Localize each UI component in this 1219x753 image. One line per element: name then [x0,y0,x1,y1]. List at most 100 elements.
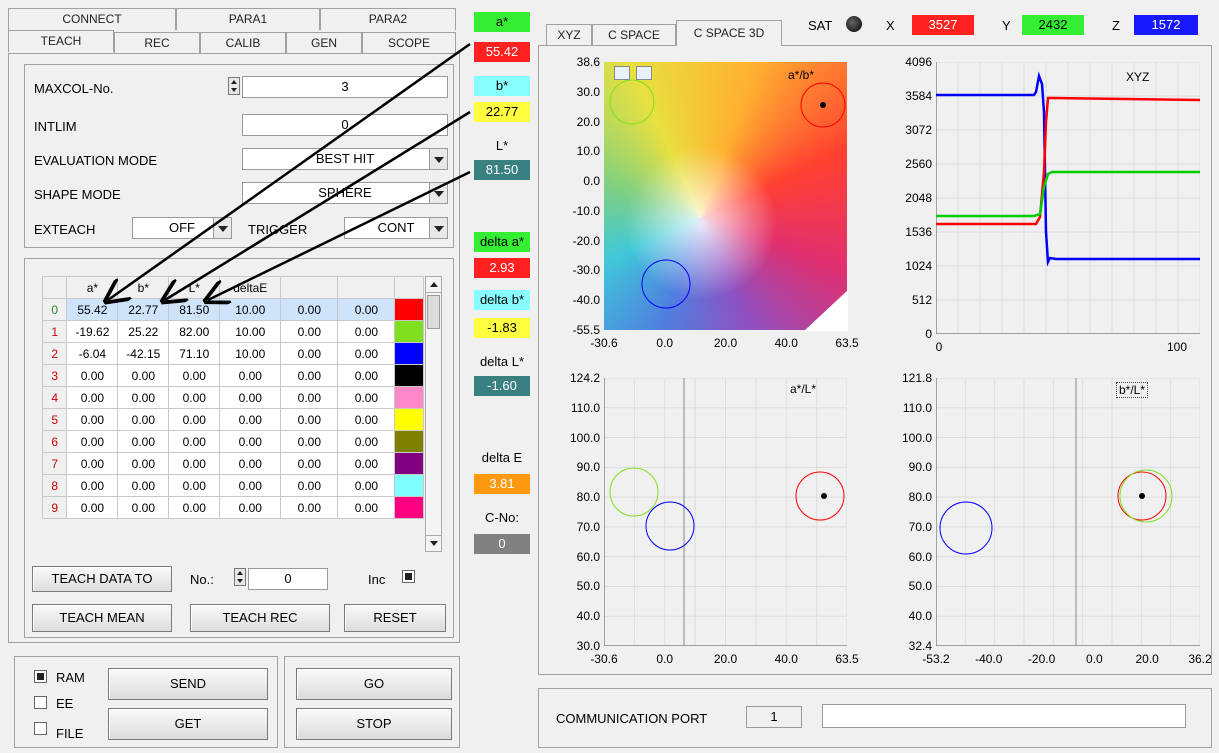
row-number[interactable]: 1 [41,320,68,343]
teach-rec-button[interactable]: TEACH REC [190,604,330,632]
tab-c-space-3d[interactable]: C SPACE 3D [676,20,782,46]
tab-gen[interactable]: GEN [286,32,362,54]
cell-c6[interactable]: 0.00 [337,430,396,453]
cell-b[interactable]: 0.00 [117,474,170,497]
tab-para2[interactable]: PARA2 [320,8,456,30]
cell-l[interactable]: 0.00 [168,408,221,431]
row-number[interactable]: 3 [41,364,68,387]
tab-calib[interactable]: CALIB [200,32,286,54]
tab-xyz[interactable]: XYZ [546,24,592,46]
row-number[interactable]: 5 [41,408,68,431]
chevron-down-icon[interactable] [429,183,447,203]
cell-de[interactable]: 10.00 [219,298,282,321]
send-button[interactable]: SEND [108,668,268,700]
row-number[interactable]: 6 [41,430,68,453]
cell-a[interactable]: 55.42 [66,298,119,321]
cell-c5[interactable]: 0.00 [280,430,339,453]
color-swatch[interactable] [394,298,424,321]
tab-c-space[interactable]: C SPACE [592,24,676,46]
cell-c6[interactable]: 0.00 [337,474,396,497]
scroll-thumb[interactable] [427,295,440,329]
trigger-select[interactable]: CONT [344,217,448,239]
tab-rec[interactable]: REC [114,32,200,54]
no-spinner[interactable] [234,568,246,586]
intlim-input[interactable]: 0 [242,114,448,136]
table-row[interactable]: 7 0.00 0.00 0.00 0.00 0.00 0.00 [41,452,424,475]
cell-l[interactable]: 0.00 [168,496,221,519]
cell-c5[interactable]: 0.00 [280,320,339,343]
cell-c6[interactable]: 0.00 [337,364,396,387]
color-swatch[interactable] [394,364,424,387]
exteach-select[interactable]: OFF [132,217,232,239]
cell-c6[interactable]: 0.00 [337,342,396,365]
color-swatch[interactable] [394,320,424,343]
reset-button[interactable]: RESET [344,604,446,632]
cell-b[interactable]: -42.15 [117,342,170,365]
cell-a[interactable]: 0.00 [66,430,119,453]
cell-c6[interactable]: 0.00 [337,408,396,431]
cell-a[interactable]: 0.00 [66,474,119,497]
cell-c5[interactable]: 0.00 [280,452,339,475]
cell-a[interactable]: 0.00 [66,386,119,409]
stop-button[interactable]: STOP [296,708,452,740]
row-number[interactable]: 4 [41,386,68,409]
cell-a[interactable]: -19.62 [66,320,119,343]
color-swatch[interactable] [394,342,424,365]
cell-b[interactable]: 22.77 [117,298,170,321]
cell-l[interactable]: 0.00 [168,386,221,409]
shape-mode-select[interactable]: SPHERE [242,182,448,204]
get-button[interactable]: GET [108,708,268,740]
no-input[interactable]: 0 [248,568,328,590]
table-row[interactable]: 8 0.00 0.00 0.00 0.00 0.00 0.00 [41,474,424,497]
maxcol-input[interactable]: 3 [242,76,448,98]
maxcol-spinner[interactable] [228,77,240,95]
cell-de[interactable]: 0.00 [219,408,282,431]
cell-c5[interactable]: 0.00 [280,364,339,387]
teach-data-to-button[interactable]: TEACH DATA TO [32,566,172,592]
cell-de[interactable]: 0.00 [219,452,282,475]
cell-a[interactable]: 0.00 [66,496,119,519]
color-swatch[interactable] [394,408,424,431]
cell-c6[interactable]: 0.00 [337,496,396,519]
cell-de[interactable]: 0.00 [219,364,282,387]
cell-l[interactable]: 0.00 [168,474,221,497]
cell-b[interactable]: 0.00 [117,408,170,431]
cell-a[interactable]: 0.00 [66,452,119,475]
tab-scope[interactable]: SCOPE [362,32,456,54]
cell-b[interactable]: 0.00 [117,364,170,387]
tab-teach[interactable]: TEACH [8,30,114,52]
cell-c6[interactable]: 0.00 [337,452,396,475]
file-checkbox[interactable] [34,722,47,735]
table-row[interactable]: 3 0.00 0.00 0.00 0.00 0.00 0.00 [41,364,424,387]
cell-c6[interactable]: 0.00 [337,320,396,343]
cell-l[interactable]: 0.00 [168,430,221,453]
cell-c5[interactable]: 0.00 [280,298,339,321]
inc-checkbox[interactable] [402,570,415,583]
cell-c6[interactable]: 0.00 [337,386,396,409]
table-row[interactable]: 6 0.00 0.00 0.00 0.00 0.00 0.00 [41,430,424,453]
cell-b[interactable]: 0.00 [117,386,170,409]
cell-b[interactable]: 0.00 [117,496,170,519]
tab-connect[interactable]: CONNECT [8,8,176,30]
chevron-down-icon[interactable] [429,149,447,169]
cell-l[interactable]: 0.00 [168,364,221,387]
cell-de[interactable]: 0.00 [219,386,282,409]
cell-l[interactable]: 81.50 [168,298,221,321]
cell-l[interactable]: 0.00 [168,452,221,475]
teach-mean-button[interactable]: TEACH MEAN [32,604,172,632]
cell-b[interactable]: 25.22 [117,320,170,343]
row-number[interactable]: 8 [41,474,68,497]
table-row[interactable]: 1 -19.62 25.22 82.00 10.00 0.00 0.00 [41,320,424,343]
color-swatch[interactable] [394,430,424,453]
cell-de[interactable]: 10.00 [219,342,282,365]
cell-c6[interactable]: 0.00 [337,298,396,321]
cell-l[interactable]: 82.00 [168,320,221,343]
table-row[interactable]: 9 0.00 0.00 0.00 0.00 0.00 0.00 [41,496,424,519]
row-number[interactable]: 7 [41,452,68,475]
evaluation-mode-select[interactable]: BEST HIT [242,148,448,170]
ram-checkbox[interactable] [34,670,47,683]
chevron-down-icon[interactable] [429,218,447,238]
table-row[interactable]: 0 55.42 22.77 81.50 10.00 0.00 0.00 [41,298,424,321]
scroll-up-icon[interactable] [426,277,441,293]
cell-c5[interactable]: 0.00 [280,342,339,365]
